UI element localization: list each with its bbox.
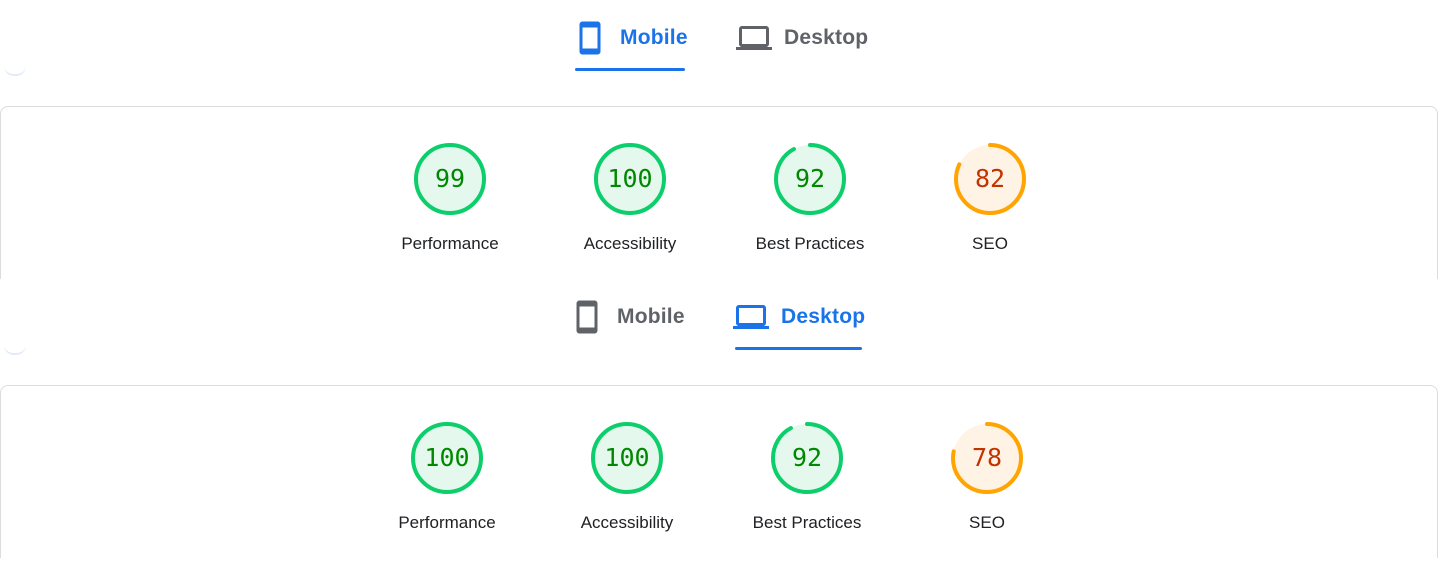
score-value: 78 bbox=[971, 443, 1003, 472]
active-tab-indicator bbox=[735, 347, 862, 350]
laptop-icon bbox=[736, 26, 772, 50]
score-label: Performance bbox=[401, 234, 499, 253]
desktop-report-panel: Mobile Desktop 100 Performance 100 Acces… bbox=[0, 279, 1441, 558]
score-label: Best Practices bbox=[755, 234, 865, 253]
score-value: 100 bbox=[424, 443, 470, 472]
gauge-best-practices[interactable]: 92 Best Practices bbox=[730, 142, 890, 262]
mobile-report-panel: Mobile Desktop 99 Performance 100 Access… bbox=[0, 0, 1441, 279]
tab-mobile[interactable]: Mobile bbox=[572, 279, 685, 351]
score-value: 99 bbox=[434, 164, 466, 193]
scores-card bbox=[0, 385, 1438, 558]
tab-desktop-label: Desktop bbox=[781, 305, 866, 328]
tab-desktop[interactable]: Desktop bbox=[733, 279, 866, 351]
gauge-best-practices[interactable]: 92 Best Practices bbox=[727, 421, 887, 541]
gauge-seo[interactable]: 78 SEO bbox=[907, 421, 1067, 541]
score-label: Best Practices bbox=[752, 513, 862, 532]
gauge-seo[interactable]: 82 SEO bbox=[910, 142, 1070, 262]
laptop-icon bbox=[733, 305, 769, 329]
score-value: 100 bbox=[604, 443, 650, 472]
gauge-accessibility[interactable]: 100 Accessibility bbox=[547, 421, 707, 541]
decorative-corner bbox=[4, 345, 26, 355]
decorative-corner bbox=[4, 66, 26, 76]
score-value: 100 bbox=[607, 164, 653, 193]
score-label: SEO bbox=[972, 234, 1008, 253]
score-value: 92 bbox=[791, 443, 823, 472]
smartphone-icon bbox=[576, 300, 598, 334]
tab-mobile-label: Mobile bbox=[617, 305, 685, 328]
score-value: 82 bbox=[974, 164, 1006, 193]
scores-card bbox=[0, 106, 1438, 279]
tab-desktop[interactable]: Desktop bbox=[736, 0, 868, 72]
gauge-performance[interactable]: 99 Performance bbox=[370, 142, 530, 262]
score-value: 92 bbox=[794, 164, 826, 193]
gauge-performance[interactable]: 100 Performance bbox=[367, 421, 527, 541]
score-label: Accessibility bbox=[583, 234, 677, 253]
score-label: SEO bbox=[969, 513, 1005, 532]
tab-mobile-label: Mobile bbox=[620, 26, 688, 49]
active-tab-indicator bbox=[575, 68, 685, 71]
tab-mobile[interactable]: Mobile bbox=[575, 0, 688, 72]
score-label: Accessibility bbox=[580, 513, 674, 532]
smartphone-icon bbox=[579, 21, 601, 55]
tab-desktop-label: Desktop bbox=[784, 26, 869, 49]
score-label: Performance bbox=[398, 513, 496, 532]
device-tabs: Mobile Desktop bbox=[0, 279, 1441, 351]
device-tabs: Mobile Desktop bbox=[0, 0, 1441, 72]
gauge-accessibility[interactable]: 100 Accessibility bbox=[550, 142, 710, 262]
